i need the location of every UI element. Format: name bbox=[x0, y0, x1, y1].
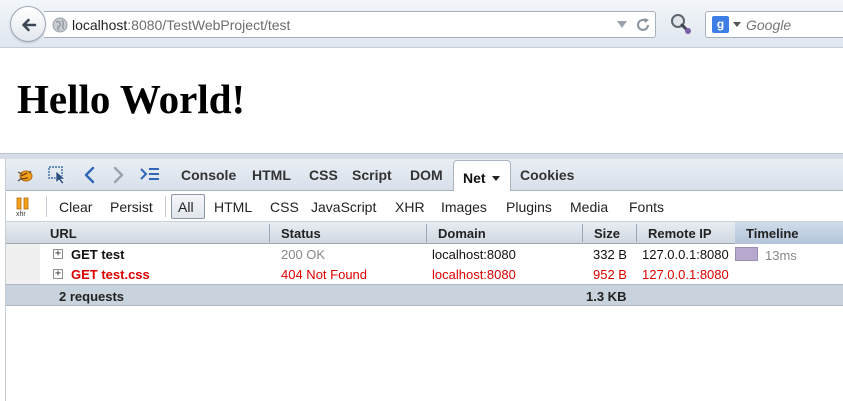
net-filter-bar: xhr Clear Persist All HTML CSS JavaScrip… bbox=[0, 191, 843, 222]
filter-all-label[interactable]: All bbox=[178, 199, 194, 215]
filter-css[interactable]: CSS bbox=[270, 199, 299, 215]
chevron-right-icon[interactable] bbox=[109, 166, 129, 184]
firebug-tab-bar: Console HTML CSS Script DOM Net Cookies bbox=[0, 159, 843, 192]
pause-xhr-icon[interactable]: xhr bbox=[14, 197, 36, 217]
column-divider[interactable] bbox=[426, 224, 427, 242]
column-divider[interactable] bbox=[269, 224, 270, 242]
filter-html[interactable]: HTML bbox=[214, 199, 252, 215]
request-size: 952 B bbox=[593, 267, 627, 282]
row-gutter bbox=[6, 264, 40, 284]
tab-console[interactable]: Console bbox=[181, 167, 236, 183]
column-status[interactable]: Status bbox=[281, 226, 321, 241]
tab-net[interactable]: Net bbox=[453, 160, 511, 192]
total-size: 1.3 KB bbox=[586, 289, 627, 304]
net-dropdown-icon[interactable] bbox=[492, 176, 500, 181]
clear-button[interactable]: Clear bbox=[59, 199, 92, 215]
addon-magnifier-icon[interactable] bbox=[668, 12, 694, 36]
request-status: 200 OK bbox=[281, 247, 326, 262]
request-url[interactable]: GET test.css bbox=[71, 267, 150, 282]
row-gutter bbox=[6, 244, 40, 264]
svg-text:xhr: xhr bbox=[16, 211, 26, 217]
request-domain: localhost:8080 bbox=[432, 267, 516, 282]
engine-dropdown-icon[interactable] bbox=[733, 22, 741, 27]
inspect-element-icon[interactable] bbox=[48, 166, 68, 184]
toolbar-divider bbox=[165, 196, 166, 217]
column-size[interactable]: Size bbox=[594, 226, 620, 241]
filter-javascript[interactable]: JavaScript bbox=[311, 199, 376, 215]
google-engine-icon[interactable]: g bbox=[712, 16, 729, 33]
back-button[interactable] bbox=[10, 6, 46, 42]
request-remote-ip: 127.0.0.1:8080 bbox=[642, 247, 729, 262]
persist-button[interactable]: Persist bbox=[110, 199, 153, 215]
url-text[interactable]: localhost:8080/TestWebProject/test bbox=[72, 17, 290, 33]
expand-icon[interactable]: + bbox=[53, 269, 63, 279]
filter-plugins[interactable]: Plugins bbox=[506, 199, 552, 215]
net-table-header: URL Status Domain Size Remote IP Timelin… bbox=[6, 222, 843, 244]
tab-cookies[interactable]: Cookies bbox=[520, 167, 574, 183]
tab-html[interactable]: HTML bbox=[252, 167, 291, 183]
table-row[interactable]: + GET test 200 OK localhost:8080 332 B 1… bbox=[6, 244, 843, 264]
column-remote-ip[interactable]: Remote IP bbox=[648, 226, 712, 241]
request-status: 404 Not Found bbox=[281, 267, 368, 282]
filter-media[interactable]: Media bbox=[570, 199, 608, 215]
tab-net-label: Net bbox=[463, 170, 486, 186]
tab-dom[interactable]: DOM bbox=[410, 167, 443, 183]
column-timeline[interactable]: Timeline bbox=[746, 226, 799, 241]
history-dropdown-icon[interactable] bbox=[617, 21, 627, 28]
request-url[interactable]: GET test bbox=[71, 247, 124, 262]
reload-icon[interactable] bbox=[634, 16, 652, 34]
search-bar[interactable]: g Google bbox=[705, 11, 843, 38]
page-heading: Hello World! bbox=[17, 76, 246, 122]
search-placeholder[interactable]: Google bbox=[746, 17, 791, 33]
tab-css[interactable]: CSS bbox=[309, 167, 338, 183]
tab-script[interactable]: Script bbox=[352, 167, 392, 183]
url-path: :8080/TestWebProject/test bbox=[127, 17, 291, 33]
request-count: 2 requests bbox=[59, 289, 125, 304]
firebug-bug-icon[interactable] bbox=[15, 166, 35, 184]
expand-icon[interactable]: + bbox=[53, 249, 63, 259]
table-row[interactable]: + GET test.css 404 Not Found localhost:8… bbox=[6, 264, 843, 284]
browser-toolbar: localhost:8080/TestWebProject/test g Goo… bbox=[0, 0, 843, 48]
column-url[interactable]: URL bbox=[50, 226, 77, 241]
toolbar-divider bbox=[46, 196, 47, 217]
filter-xhr[interactable]: XHR bbox=[395, 199, 425, 215]
timeline-bar[interactable] bbox=[735, 247, 758, 261]
net-summary-row: 2 requests 1.3 KB bbox=[6, 284, 843, 306]
globe-icon bbox=[52, 17, 68, 33]
request-size: 332 B bbox=[593, 247, 627, 262]
column-divider[interactable] bbox=[582, 224, 583, 242]
filter-images[interactable]: Images bbox=[441, 199, 487, 215]
column-divider[interactable] bbox=[636, 224, 637, 242]
address-bar[interactable]: localhost:8080/TestWebProject/test bbox=[44, 11, 656, 38]
timeline-duration: 13ms bbox=[765, 248, 797, 263]
request-domain: localhost:8080 bbox=[432, 247, 516, 262]
url-host: localhost bbox=[72, 17, 128, 33]
chevron-left-icon[interactable] bbox=[81, 166, 101, 184]
command-line-icon[interactable] bbox=[140, 166, 160, 184]
request-remote-ip: 127.0.0.1:8080 bbox=[642, 267, 729, 282]
back-arrow-icon bbox=[22, 18, 37, 32]
column-domain[interactable]: Domain bbox=[438, 226, 486, 241]
filter-fonts[interactable]: Fonts bbox=[629, 199, 664, 215]
